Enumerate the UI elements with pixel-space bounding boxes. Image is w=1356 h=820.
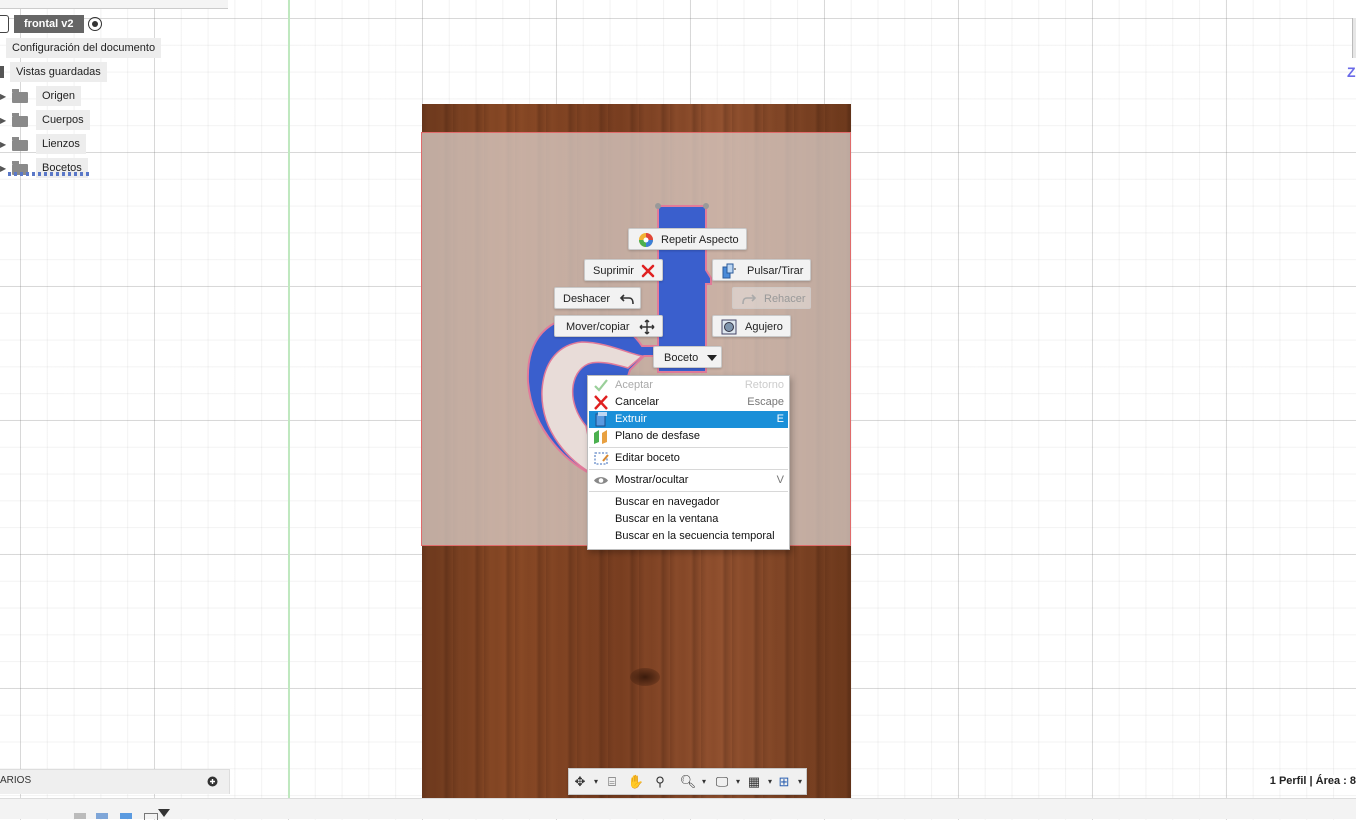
menu-separator: [589, 491, 788, 492]
button-label: Mover/copiar: [566, 321, 630, 333]
browser-item-saved-views[interactable]: Vistas guardadas: [10, 62, 107, 82]
menu-item-find-in-timeline[interactable]: Buscar en la secuencia temporal: [589, 528, 788, 545]
viewports-dropdown-icon[interactable]: ▾: [791, 773, 809, 790]
menu-item-offset-plane[interactable]: Plano de desfase: [589, 428, 788, 445]
button-label: Rehacer: [764, 293, 806, 305]
folder-icon: [12, 89, 28, 103]
delete-button[interactable]: Suprimir: [584, 259, 663, 281]
appearance-icon: [639, 233, 653, 247]
zoom-dropdown-icon[interactable]: ▾: [695, 773, 713, 790]
menu-item-label: Buscar en la secuencia temporal: [615, 530, 775, 542]
add-comment-icon[interactable]: [207, 776, 218, 787]
undo-icon: [619, 294, 634, 305]
pan-hand-icon[interactable]: ✋: [627, 773, 645, 790]
move-arrows-icon: [639, 319, 655, 335]
menu-item-shortcut: E: [776, 413, 784, 425]
button-label: Pulsar/Tirar: [747, 265, 804, 277]
browser-item-label: Lienzos: [42, 138, 80, 150]
browser-collapse-handle[interactable]: [0, 15, 9, 33]
menu-separator: [589, 447, 788, 448]
menu-item-label: Cancelar: [615, 396, 660, 408]
browser-item-canvases[interactable]: Lienzos: [36, 134, 86, 154]
browser-item-label: Vistas guardadas: [16, 66, 101, 78]
browser-item-document-settings[interactable]: Configuración del documento: [6, 38, 162, 58]
folder-icon: [12, 113, 28, 127]
timeline-feature-icon[interactable]: [96, 813, 108, 819]
sketch-dropdown-button[interactable]: Boceto: [653, 346, 722, 368]
browser-item-bodies[interactable]: Cuerpos: [36, 110, 90, 130]
repeat-appearance-button[interactable]: Repetir Aspecto: [628, 228, 747, 250]
menu-item-label: Editar boceto: [615, 452, 680, 464]
menu-item-extrude[interactable]: Extruir E: [589, 411, 788, 428]
menu-item-show-hide[interactable]: Mostrar/ocultar V: [589, 472, 788, 489]
menu-item-accept[interactable]: Aceptar Retorno: [589, 377, 788, 394]
comments-panel[interactable]: ARIOS: [0, 769, 230, 794]
expand-arrow-icon[interactable]: ▶: [0, 92, 6, 101]
menu-item-label: Plano de desfase: [615, 430, 701, 442]
button-label: Suprimir: [593, 265, 634, 277]
browser-item-origin[interactable]: Origen: [36, 86, 82, 106]
edit-sketch-icon: [594, 452, 609, 465]
browser-item-label: Configuración del documento: [12, 42, 156, 54]
redo-icon: [742, 294, 757, 305]
timeline-marker-icon[interactable]: [158, 809, 170, 817]
menu-item-find-in-window[interactable]: Buscar en la ventana: [589, 511, 788, 528]
redo-button[interactable]: Rehacer: [732, 287, 811, 309]
timeline-feature-icon[interactable]: [74, 813, 86, 819]
expand-arrow-icon[interactable]: ▶: [0, 164, 6, 173]
browser-item-label: Origen: [42, 90, 76, 102]
timeline-feature-icon[interactable]: [120, 813, 132, 819]
menu-item-label: Buscar en navegador: [615, 496, 720, 508]
folder-icon: [12, 137, 28, 151]
zoom-icon[interactable]: ⚲: [651, 773, 669, 790]
menu-item-shortcut: Escape: [747, 396, 784, 408]
extrude-icon: [595, 412, 607, 427]
menu-item-find-in-browser[interactable]: Buscar en navegador: [589, 494, 788, 511]
button-label: Agujero: [745, 321, 783, 333]
selection-status: 1 Perfil | Área : 8: [1263, 775, 1356, 787]
undo-button[interactable]: Deshacer: [554, 287, 641, 309]
move-copy-button[interactable]: Mover/copiar: [554, 315, 663, 337]
browser-item-marker: [0, 66, 4, 78]
look-at-icon[interactable]: ⌸: [603, 773, 621, 790]
chevron-down-icon: [707, 355, 717, 361]
sketch-warning-underline: [8, 172, 92, 176]
comments-label: ARIOS: [0, 775, 32, 786]
menu-item-cancel[interactable]: Cancelar Escape: [589, 394, 788, 411]
cancel-x-icon: [594, 395, 608, 410]
browser-panel-header: [0, 0, 228, 9]
eye-icon: [594, 477, 608, 484]
check-icon: [594, 379, 608, 392]
hole-icon: [721, 319, 737, 335]
button-label: Deshacer: [563, 293, 611, 305]
offset-plane-icon: [594, 430, 607, 444]
y-axis-line: [288, 0, 290, 798]
menu-item-shortcut: Retorno: [744, 379, 784, 391]
viewcube-z-label: Z: [1347, 64, 1356, 80]
button-label: Repetir Aspecto: [661, 234, 739, 246]
timeline-feature-icon[interactable]: [144, 813, 158, 820]
expand-arrow-icon[interactable]: ▶: [0, 140, 6, 149]
hole-button[interactable]: Agujero: [712, 315, 791, 337]
menu-item-label: Buscar en la ventana: [615, 513, 719, 525]
viewcube[interactable]: [1352, 18, 1356, 58]
menu-item-label: Extruir: [615, 413, 647, 425]
wood-knot: [630, 668, 660, 686]
menu-item-label: Mostrar/ocultar: [615, 474, 689, 486]
browser-item-label: Cuerpos: [42, 114, 84, 126]
menu-item-edit-sketch[interactable]: Editar boceto: [589, 450, 788, 467]
press-pull-icon: [722, 263, 736, 279]
activate-target-icon[interactable]: [88, 17, 102, 31]
navigation-toolbar: ✥ ▾ ⌸ ✋ ⚲ 🔍︎ ▾ 🖵︎ ▾ ▦ ▾ ⊞ ▾: [568, 768, 807, 795]
browser-root[interactable]: frontal v2: [14, 15, 84, 33]
menu-item-shortcut: V: [776, 474, 784, 486]
menu-item-label: Aceptar: [615, 379, 653, 391]
delete-x-icon: [641, 264, 655, 278]
context-menu: Aceptar Retorno Cancelar Escape Extruir …: [587, 375, 790, 550]
button-label: Boceto: [664, 352, 699, 364]
menu-separator: [589, 469, 788, 470]
press-pull-button[interactable]: Pulsar/Tirar: [712, 259, 811, 281]
timeline-bar: [0, 798, 1356, 820]
expand-arrow-icon[interactable]: ▶: [0, 116, 6, 125]
